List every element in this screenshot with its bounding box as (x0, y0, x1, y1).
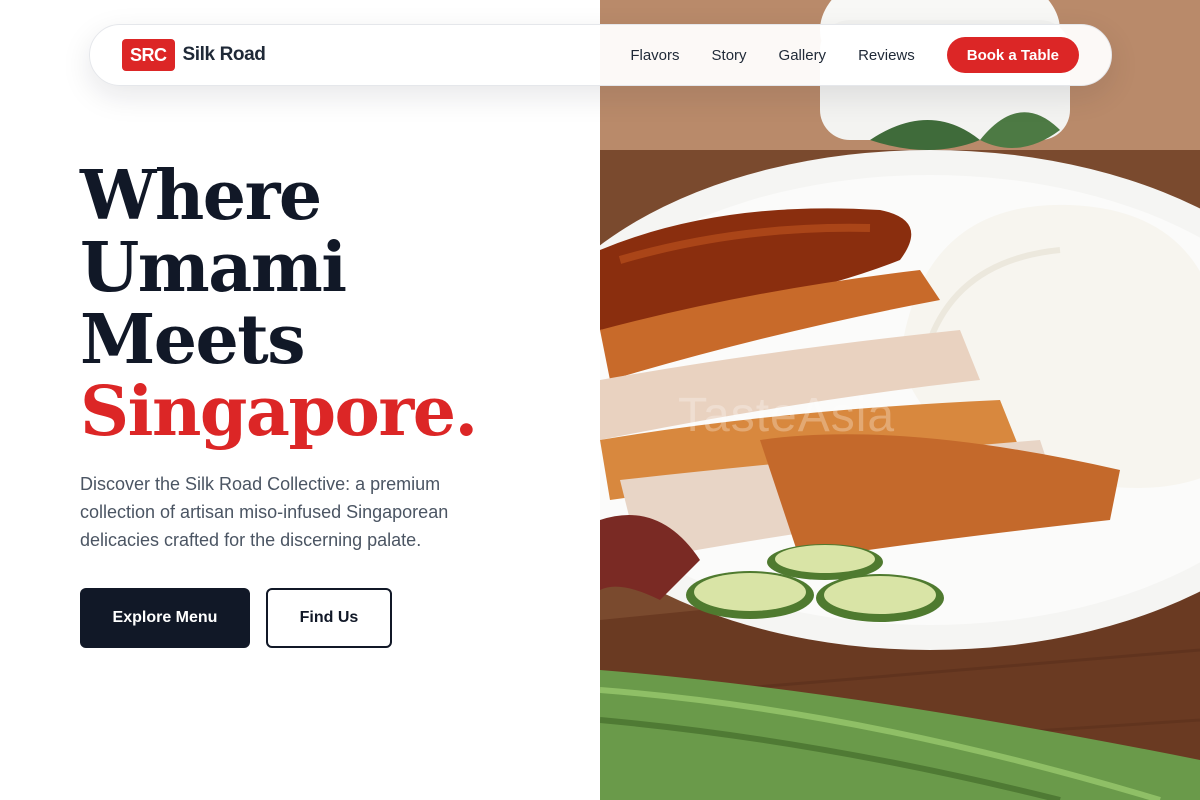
image-watermark: TasteAsia (678, 389, 896, 442)
top-navbar: SRC Silk Road Flavors Story Gallery Revi… (89, 24, 1112, 86)
headline-line-1: Where (80, 156, 322, 236)
hero-section: Where Umami Meets Singapore. Discover th… (80, 160, 560, 648)
explore-menu-button[interactable]: Explore Menu (80, 588, 250, 648)
brand-badge: SRC (122, 39, 175, 71)
headline-line-4-accent: Singapore. (80, 372, 478, 452)
hero-headline: Where Umami Meets Singapore. (80, 160, 560, 448)
hero-description: Discover the Silk Road Collective: a pre… (80, 474, 449, 550)
nav-link-gallery[interactable]: Gallery (779, 47, 827, 64)
hero-actions: Explore Menu Find Us (80, 588, 560, 648)
headline-line-3: Meets (80, 300, 306, 380)
nav-link-reviews[interactable]: Reviews (858, 47, 915, 64)
brand-logo[interactable]: SRC Silk Road (122, 39, 266, 71)
hero-food-image: TasteAsia (600, 0, 1200, 800)
find-us-button[interactable]: Find Us (266, 588, 392, 648)
brand-name: Silk Road (182, 44, 266, 65)
headline-line-2: Umami (80, 228, 347, 308)
nav-links: Flavors Story Gallery Reviews (630, 47, 914, 64)
nav-link-story[interactable]: Story (712, 47, 747, 64)
nav-link-flavors[interactable]: Flavors (630, 47, 679, 64)
book-table-button[interactable]: Book a Table (946, 37, 1079, 73)
